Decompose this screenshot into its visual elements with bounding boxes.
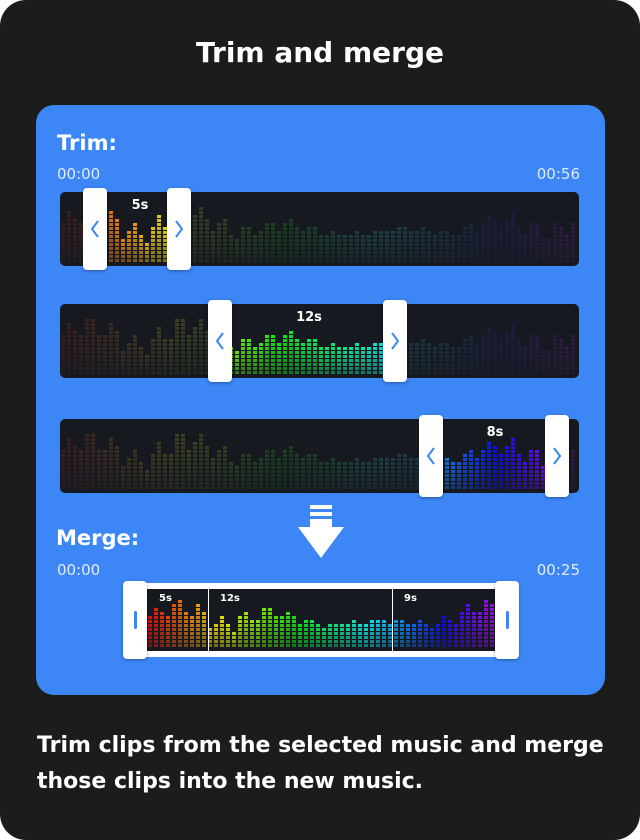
chevron-left-icon <box>215 332 224 350</box>
grip-bar-icon <box>133 611 137 629</box>
chevron-left-icon <box>90 220 99 238</box>
trim-start-time: 00:00 <box>57 165 101 183</box>
merged-segment-1-label: 5s <box>159 593 172 604</box>
clip-1-end-handle[interactable] <box>167 188 191 270</box>
clip-2-length: 12s <box>296 310 322 325</box>
segment-divider <box>392 589 393 651</box>
chevron-right-icon <box>391 332 400 350</box>
merged-clip-strip[interactable]: 5s 12s 9s <box>123 581 519 659</box>
merge-start-handle[interactable] <box>123 581 147 659</box>
clip-2-end-handle[interactable] <box>383 300 407 382</box>
clip-1-start-handle[interactable] <box>83 188 107 270</box>
grip-bar-icon <box>505 611 509 629</box>
trim-merge-panel: Trim: 00:00 00:56 5s 12s 8s Merge: 00:00… <box>36 105 605 695</box>
clip-1-length: 5s <box>131 198 149 213</box>
merged-segment-2-label: 12s <box>220 593 240 604</box>
chevron-left-icon <box>426 447 435 465</box>
trim-label: Trim: <box>57 131 117 155</box>
chevron-right-icon <box>553 447 562 465</box>
clip-3-end-handle[interactable] <box>545 415 569 497</box>
description-text: Trim clips from the selected music and m… <box>37 733 604 794</box>
merge-end-handle[interactable] <box>495 581 519 659</box>
segment-divider <box>208 589 209 651</box>
merged-segment-3-label: 9s <box>404 593 417 604</box>
clip-3-start-handle[interactable] <box>419 415 443 497</box>
chevron-right-icon <box>175 220 184 238</box>
merge-start-time: 00:00 <box>57 561 101 579</box>
merged-waveform-bars <box>148 600 494 647</box>
clip-2-start-handle[interactable] <box>208 300 232 382</box>
down-arrow-icon <box>298 505 344 558</box>
clip-3-length: 8s <box>486 425 504 440</box>
trim-end-time: 00:56 <box>536 165 580 183</box>
page-title: Trim and merge <box>196 36 444 69</box>
merge-end-time: 00:25 <box>536 561 580 579</box>
merge-label: Merge: <box>56 526 140 550</box>
feature-card: Trim and merge Trim: 00:00 00:56 5s 12s <box>0 0 640 840</box>
merged-waveform: 5s 12s 9s <box>147 589 495 651</box>
